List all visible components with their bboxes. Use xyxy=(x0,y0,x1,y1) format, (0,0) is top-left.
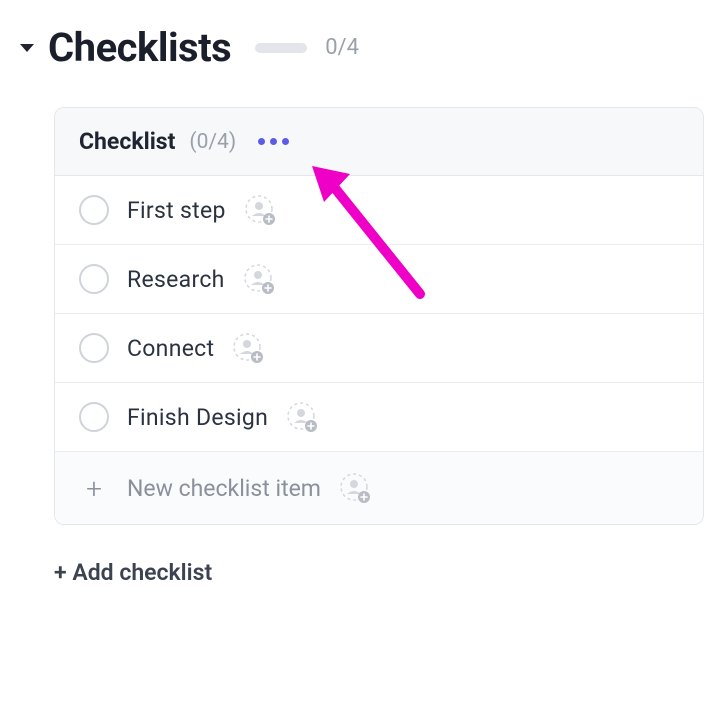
new-checklist-item-row[interactable]: + New checklist item xyxy=(55,452,703,524)
checklist-card-header: Checklist (0/4) xyxy=(55,108,703,176)
checkbox-circle-icon[interactable] xyxy=(79,402,109,432)
collapse-caret-icon[interactable] xyxy=(20,44,34,52)
checklist-item-label[interactable]: First step xyxy=(127,197,226,224)
checklist-item[interactable]: Research xyxy=(55,245,703,314)
progress-count: 0/4 xyxy=(325,35,359,60)
checklist-title[interactable]: Checklist xyxy=(79,128,175,155)
section-title: Checklists xyxy=(48,24,231,71)
checkbox-circle-icon[interactable] xyxy=(79,195,109,225)
checklist-item-label[interactable]: Finish Design xyxy=(127,404,268,431)
checklist-item[interactable]: Connect xyxy=(55,314,703,383)
assign-user-icon[interactable] xyxy=(232,332,264,364)
progress-bar xyxy=(255,43,307,53)
checklist-item[interactable]: First step xyxy=(55,176,703,245)
add-checklist-button[interactable]: + Add checklist xyxy=(54,559,704,586)
checklist-item-label[interactable]: Connect xyxy=(127,335,214,362)
new-item-placeholder[interactable]: New checklist item xyxy=(127,475,321,502)
checklist-item-label[interactable]: Research xyxy=(127,266,225,293)
checklist-count: (0/4) xyxy=(189,130,236,154)
more-options-icon[interactable] xyxy=(252,132,295,151)
assign-user-icon[interactable] xyxy=(244,194,276,226)
assign-user-icon[interactable] xyxy=(339,472,371,504)
plus-icon[interactable]: + xyxy=(79,473,109,503)
assign-user-icon[interactable] xyxy=(286,401,318,433)
section-header: Checklists 0/4 xyxy=(20,24,704,71)
checklist-card: Checklist (0/4) First step Research Conn… xyxy=(54,107,704,525)
checkbox-circle-icon[interactable] xyxy=(79,264,109,294)
checkbox-circle-icon[interactable] xyxy=(79,333,109,363)
assign-user-icon[interactable] xyxy=(243,263,275,295)
checklist-item[interactable]: Finish Design xyxy=(55,383,703,452)
